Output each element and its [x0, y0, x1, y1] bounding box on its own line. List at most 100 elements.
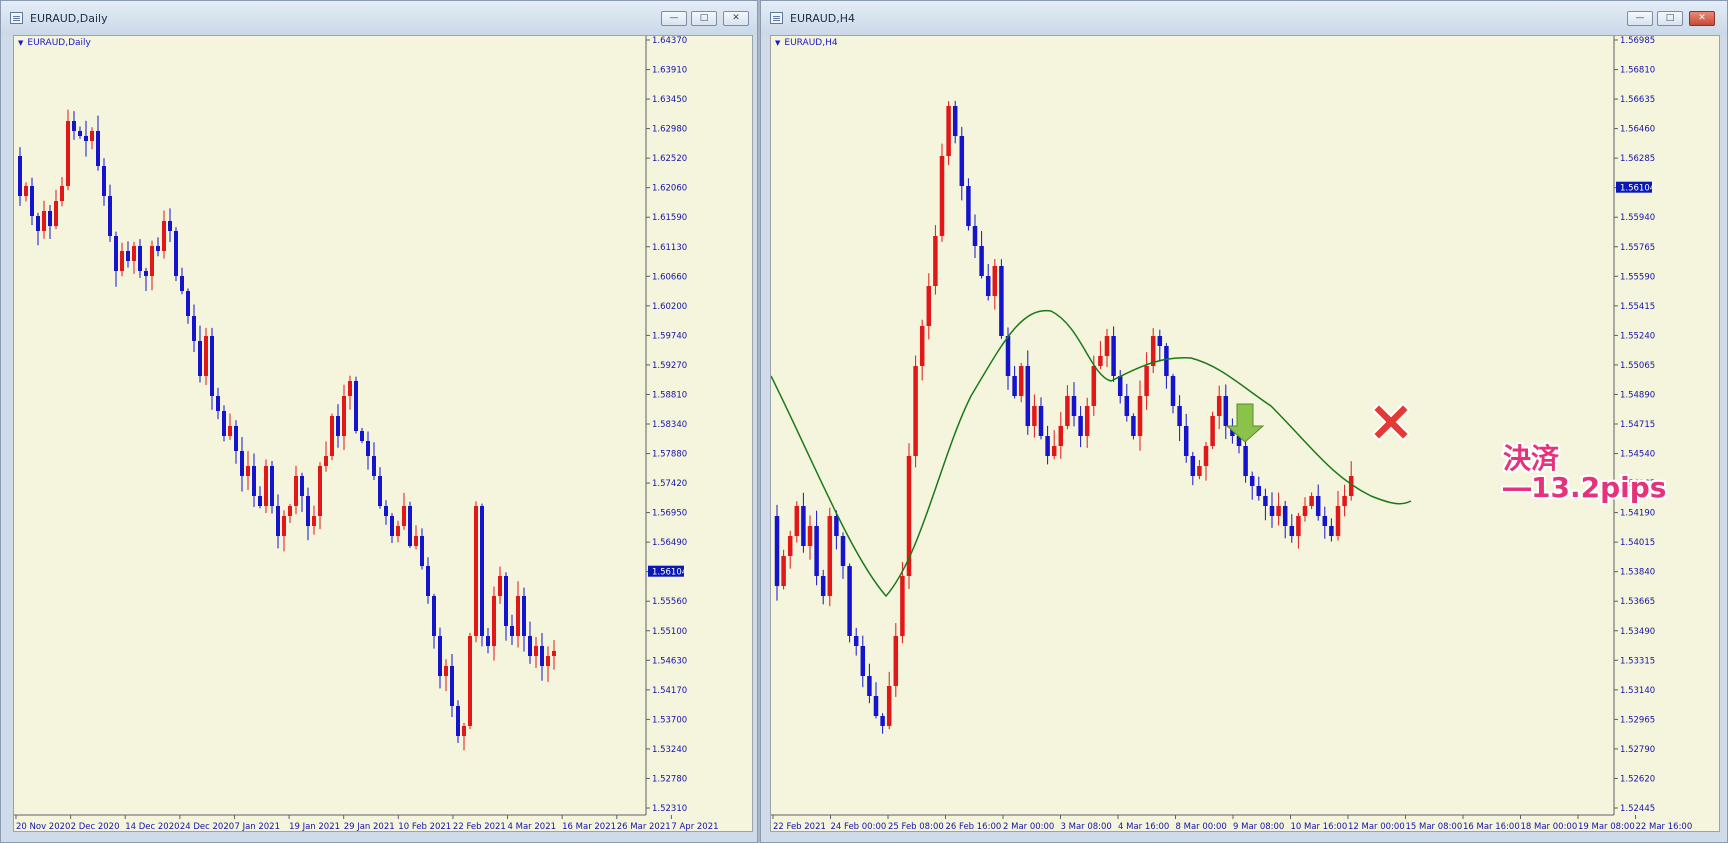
- candle-body: [1005, 336, 1011, 376]
- candle-body: [270, 466, 274, 506]
- price-tick-label: 1.62520: [652, 154, 687, 164]
- price-tick-label: 1.52620: [1620, 774, 1655, 784]
- symbol-label[interactable]: EURAUD,Daily: [18, 38, 90, 48]
- candle-body: [1131, 416, 1136, 436]
- price-tick-label: 1.55765: [1620, 243, 1655, 253]
- candle-body: [979, 246, 984, 276]
- chart-window-icon: [10, 12, 23, 24]
- candle-body: [342, 396, 346, 436]
- candle-body: [913, 366, 918, 456]
- candle-body: [204, 336, 208, 376]
- candle-body: [1012, 376, 1017, 396]
- candle-body: [48, 211, 52, 226]
- red-x-icon: [1371, 402, 1411, 442]
- candle-body: [1203, 446, 1209, 466]
- price-tick-label: 1.52790: [1620, 745, 1655, 755]
- candle-body: [1018, 366, 1024, 396]
- candle-body: [330, 416, 334, 456]
- candle-body: [468, 636, 472, 726]
- price-tick-label: 1.60660: [652, 272, 687, 282]
- candle-body: [360, 431, 364, 441]
- time-tick-label: 29 Jan 2021: [344, 822, 395, 832]
- pips-result-label: ―13.2pips: [1503, 471, 1667, 504]
- candle-body: [847, 566, 852, 636]
- candle-body: [96, 131, 100, 166]
- candle-body: [919, 326, 925, 366]
- candle-body: [102, 166, 106, 196]
- candle-body: [474, 506, 478, 636]
- maximize-button[interactable]: □: [691, 11, 717, 26]
- candle-body: [1216, 396, 1222, 416]
- close-button[interactable]: ✕: [1689, 11, 1715, 26]
- titlebar[interactable]: EURAUD,H4 — □ ✕: [761, 1, 1727, 35]
- time-tick-label: 4 Mar 16:00: [1118, 822, 1169, 832]
- moving-average-line: [771, 309, 1412, 598]
- price-tick-label: 1.56460: [1620, 125, 1655, 135]
- price-tick-label: 1.54015: [1620, 538, 1655, 548]
- window-title: EURAUD,H4: [790, 12, 856, 25]
- time-tick-label: 19 Mar 08:00: [1578, 822, 1635, 832]
- symbol-label[interactable]: EURAUD,H4: [775, 38, 837, 48]
- candle-body: [1190, 456, 1196, 476]
- candle-body: [288, 506, 292, 516]
- time-tick-label: 7 Jan 2021: [234, 822, 280, 832]
- chart-window-h4[interactable]: EURAUD,H4 — □ ✕ 1.56985 1.56810 1.56635 1.5…: [760, 0, 1728, 843]
- candle-body: [324, 456, 328, 466]
- candle-body: [384, 506, 388, 516]
- price-tick-label: 1.54630: [652, 656, 687, 666]
- candle-body: [546, 656, 550, 666]
- candle-body: [1157, 336, 1163, 346]
- candlestick-chart-daily[interactable]: 1.64370 1.63910 1.63450 1.62980 1.62520 1.620…: [14, 36, 753, 832]
- candle-body: [834, 516, 839, 536]
- price-tick-label: 1.56490: [652, 538, 687, 548]
- price-tick-label: 1.52780: [652, 774, 687, 784]
- price-tick-label: 1.62060: [652, 184, 687, 194]
- candle-body: [1183, 426, 1189, 456]
- maximize-button[interactable]: □: [1657, 11, 1683, 26]
- candle-body: [1289, 526, 1295, 536]
- candlestick-chart-h4[interactable]: 1.56985 1.56810 1.56635 1.56460 1.56285 1.561…: [771, 36, 1720, 832]
- candle-body: [966, 186, 971, 226]
- time-tick-label: 12 Mar 00:00: [1348, 822, 1405, 832]
- price-chart[interactable]: 1.64370 1.63910 1.63450 1.62980 1.62520 1.620…: [13, 35, 753, 832]
- candle-body: [1164, 346, 1169, 376]
- time-tick-label: 25 Feb 08:00: [888, 822, 944, 832]
- time-tick-label: 9 Mar 08:00: [1233, 822, 1284, 832]
- candle-body: [192, 316, 196, 341]
- candle-body: [534, 646, 538, 656]
- candle-body: [246, 466, 250, 476]
- price-tick-label: 1.52965: [1620, 715, 1655, 725]
- candle-body: [900, 576, 905, 636]
- minimize-button[interactable]: —: [661, 11, 687, 26]
- candle-body: [264, 466, 268, 506]
- candle-body: [528, 636, 532, 656]
- price-tick-label: 1.55940: [1620, 213, 1655, 223]
- candle-body: [36, 216, 40, 231]
- time-tick-label: 26 Feb 16:00: [946, 822, 1002, 832]
- titlebar[interactable]: EURAUD,Daily — □ ✕: [1, 1, 757, 35]
- time-tick-label: 3 Mar 08:00: [1061, 822, 1112, 832]
- close-button[interactable]: ✕: [723, 11, 749, 26]
- candle-body: [132, 246, 136, 261]
- candle-body: [156, 246, 160, 251]
- candle-body: [492, 596, 496, 646]
- candle-body: [1263, 496, 1268, 506]
- candle-body: [1335, 506, 1341, 536]
- price-tick-label: 1.58340: [652, 420, 687, 430]
- candle-body: [926, 286, 932, 326]
- candle-body: [510, 626, 514, 636]
- price-chart[interactable]: 1.56985 1.56810 1.56635 1.56460 1.56285 1.561…: [770, 35, 1720, 832]
- candle-body: [210, 336, 214, 396]
- price-tick-label: 1.61130: [652, 243, 687, 253]
- time-tick-label: 19 Jan 2021: [289, 822, 340, 832]
- candle-body: [801, 506, 806, 546]
- price-tick-label: 1.57420: [652, 479, 687, 489]
- candle-body: [1111, 336, 1116, 376]
- price-tick-label: 1.53665: [1620, 597, 1655, 607]
- candle-body: [886, 686, 892, 726]
- price-tick-label: 1.56104: [1620, 184, 1655, 194]
- candle-body: [408, 506, 412, 546]
- minimize-button[interactable]: —: [1627, 11, 1653, 26]
- price-tick-label: 1.55415: [1620, 302, 1655, 312]
- chart-window-daily[interactable]: EURAUD,Daily — □ ✕ 1.64370 1.63910 1.63450…: [0, 0, 758, 843]
